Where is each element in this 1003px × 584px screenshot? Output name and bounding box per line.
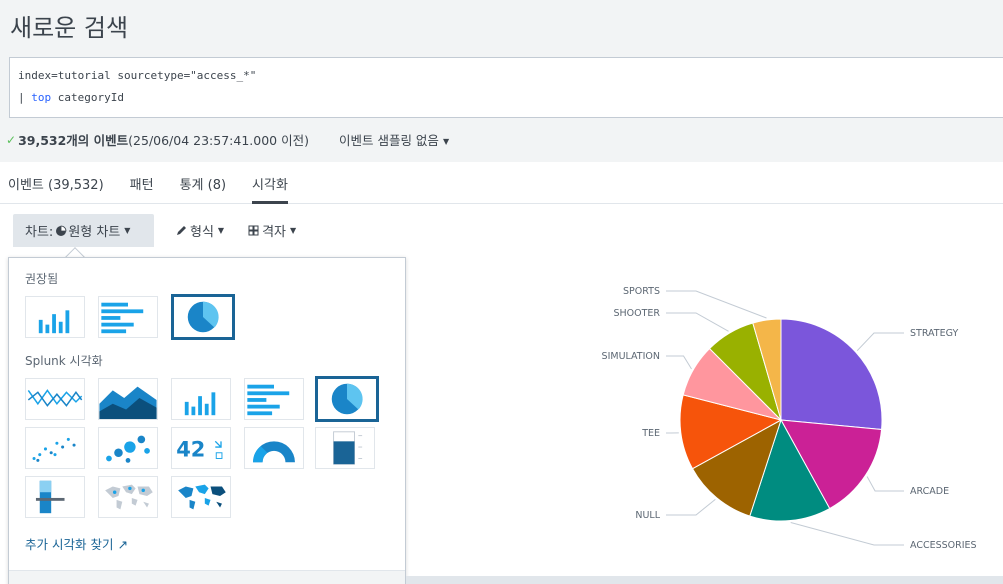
search-status: ✓ 39,532개의 이벤트 (25/06/04 23:57:41.000 이전… xyxy=(6,130,449,149)
line-chart-icon xyxy=(27,389,83,407)
viz-column-chart[interactable] xyxy=(25,296,85,338)
pie-label-arcade: ARCADE xyxy=(910,486,949,497)
external-link-icon: ↗ xyxy=(117,537,128,552)
tab-visualization[interactable]: 시각화 xyxy=(252,162,288,204)
search-line-1: index=tutorial sourcetype="access_*" xyxy=(18,69,257,82)
tab-events[interactable]: 이벤트 (39,532) xyxy=(8,162,104,204)
scatter-chart-icon xyxy=(32,437,76,462)
viz-bar-chart[interactable] xyxy=(98,296,158,338)
pie-label-accessories: ACCESSORIES xyxy=(910,540,977,551)
search-command-args: categoryId xyxy=(51,91,124,104)
pie-label-simulation: SIMULATION xyxy=(602,351,660,362)
sampling-label: 이벤트 샘플링 없음 xyxy=(338,133,439,148)
pie-chart-icon xyxy=(187,301,219,333)
search-input[interactable]: index=tutorial sourcetype="access_*" | t… xyxy=(9,57,1003,118)
tab-statistics[interactable]: 통계 (8) xyxy=(180,162,226,204)
pie-chart-icon xyxy=(331,383,363,415)
event-time-range: (25/06/04 23:57:41.000 이전) xyxy=(128,133,309,148)
recommended-label: 권장됨 xyxy=(25,272,59,286)
caret-down-icon: ▼ xyxy=(217,226,225,235)
results-tabs: 이벤트 (39,532) 패턴 통계 (8) 시각화 xyxy=(0,162,1003,204)
caret-down-icon: ▼ xyxy=(442,137,450,146)
chart-type-button[interactable]: 차트: 원형 차트 ▼ xyxy=(13,214,154,247)
viz-bar-chart-2[interactable] xyxy=(244,378,304,420)
pie-label-shooter: SHOOTER xyxy=(613,308,660,319)
viz-marker-gauge[interactable] xyxy=(25,476,85,518)
viz-radial-gauge[interactable] xyxy=(244,427,304,469)
chart-button-label: 차트: xyxy=(25,225,54,240)
bottom-scroll-strip xyxy=(406,576,1003,584)
pie-chart: STRATEGY ARCADE ACCESSORIES NULL TEE SIMULATI… xyxy=(560,270,1003,576)
pie-label-strategy: STRATEGY xyxy=(910,328,959,339)
viz-single-value[interactable]: 42 xyxy=(171,427,231,469)
single-value-icon: 42 xyxy=(176,438,223,462)
pie-leader-line xyxy=(856,332,904,352)
pipe-symbol: | xyxy=(18,91,32,104)
choropleth-map-icon xyxy=(178,484,226,510)
viz-line-chart[interactable] xyxy=(25,378,85,420)
event-count: 39,532개의 이벤트 xyxy=(18,133,129,148)
search-line-2: | top categoryId xyxy=(18,91,124,104)
tab-patterns[interactable]: 패턴 xyxy=(130,162,154,204)
single-value-number: 42 xyxy=(176,438,205,462)
pie-leader-line xyxy=(790,522,904,546)
viz-cluster-map[interactable] xyxy=(98,476,158,518)
pie-leader-line xyxy=(666,498,716,516)
viz-column-chart-2[interactable] xyxy=(171,378,231,420)
viz-toolbar: 차트: 원형 차트 ▼ 형식 ▼ 격자 ▼ xyxy=(13,214,308,247)
viz-scatter-chart[interactable] xyxy=(25,427,85,469)
dropdown-footer xyxy=(9,570,405,584)
grid-label: 격자 xyxy=(262,225,286,240)
sampling-dropdown[interactable]: 이벤트 샘플링 없음 ▼ xyxy=(339,130,449,149)
grid-icon xyxy=(248,225,259,236)
cluster-map-icon xyxy=(105,484,153,510)
area-chart-icon xyxy=(99,386,157,419)
bubble-chart-icon xyxy=(106,435,150,463)
format-button[interactable]: 형식 ▼ xyxy=(164,214,236,247)
find-more-label: 추가 시각화 찾기 xyxy=(25,537,114,552)
pie-leader-line xyxy=(666,312,729,332)
find-more-visualizations-link[interactable]: 추가 시각화 찾기 ↗ xyxy=(25,534,128,553)
pie-label-tee: TEE xyxy=(641,428,660,439)
search-command-keyword: top xyxy=(31,91,52,104)
column-chart-icon xyxy=(38,310,70,334)
page-title: 새로운 검색 xyxy=(10,14,129,42)
pie-leader-line xyxy=(666,355,692,370)
visualization-picker: 권장됨 Splunk 시각화 42 추가 시각화 찾기 ↗ xyxy=(8,257,406,584)
chart-type-label: 원형 차트 xyxy=(68,225,121,240)
bar-chart-icon xyxy=(101,302,144,334)
pie-chart-svg: STRATEGY ARCADE ACCESSORIES NULL TEE SIMULATI… xyxy=(602,286,977,551)
viz-pie-chart-recommended[interactable] xyxy=(171,294,235,340)
pie-slice-strategy[interactable] xyxy=(780,318,883,431)
viz-bubble-chart[interactable] xyxy=(98,427,158,469)
viz-filler-gauge[interactable] xyxy=(315,427,375,469)
viz-area-chart[interactable] xyxy=(98,378,158,420)
bar-chart-icon xyxy=(247,384,290,416)
grid-button[interactable]: 격자 ▼ xyxy=(236,214,308,247)
viz-choropleth-map[interactable] xyxy=(171,476,231,518)
filler-gauge-icon xyxy=(333,431,363,465)
pie-leader-line xyxy=(666,290,767,319)
pie-label-null: NULL xyxy=(635,510,660,521)
pie-leader-line xyxy=(866,476,904,492)
splunk-viz-label: Splunk 시각화 xyxy=(25,354,103,368)
radial-gauge-icon xyxy=(253,441,295,463)
viz-pie-chart[interactable] xyxy=(315,376,379,422)
format-label: 형식 xyxy=(190,225,214,240)
pie-label-sports: SPORTS xyxy=(623,286,660,297)
column-chart-icon xyxy=(184,392,216,416)
pencil-icon xyxy=(177,226,186,235)
marker-gauge-icon xyxy=(35,480,65,514)
check-icon: ✓ xyxy=(6,132,17,147)
caret-down-icon: ▼ xyxy=(290,226,297,235)
pie-chart-icon xyxy=(56,225,67,236)
caret-down-icon: ▼ xyxy=(124,226,131,235)
